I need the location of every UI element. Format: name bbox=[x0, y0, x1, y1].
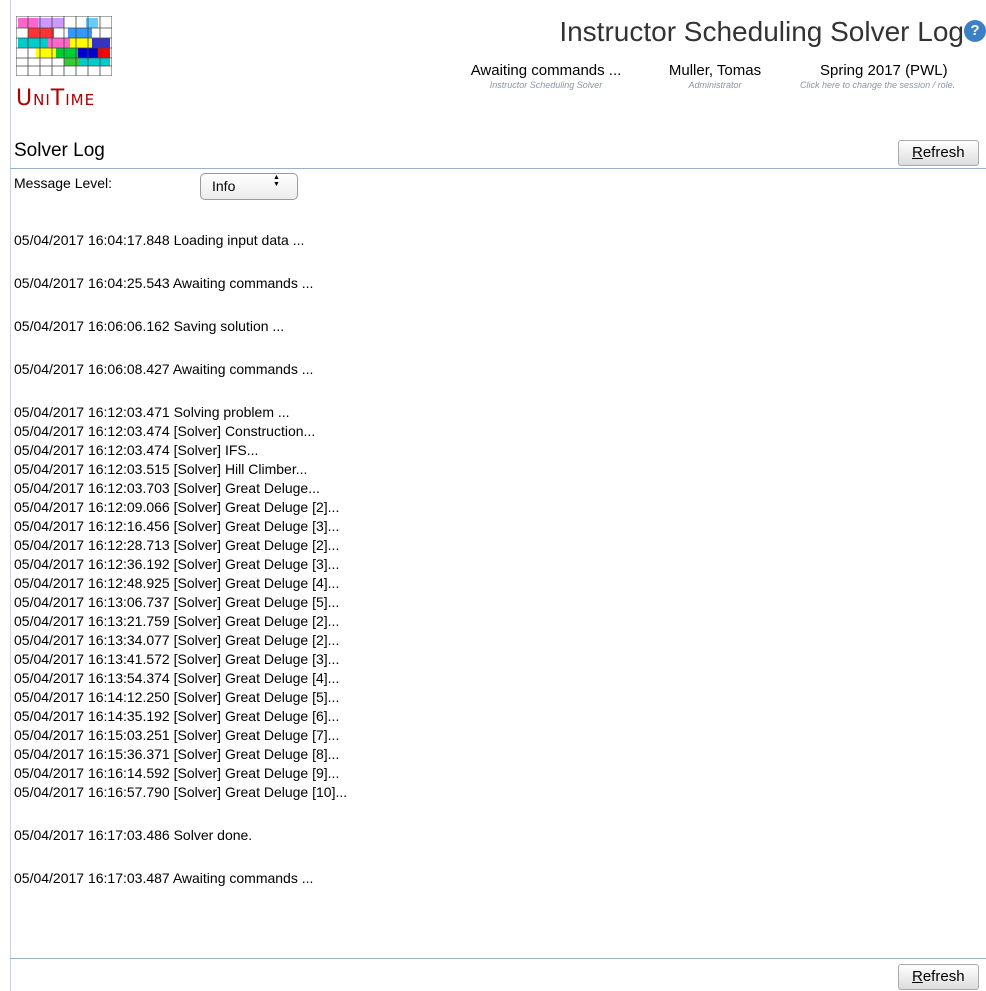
log-line: 05/04/2017 16:13:06.737 [Solver] Great D… bbox=[14, 594, 340, 610]
section-divider bbox=[10, 168, 986, 169]
page-left-border bbox=[10, 0, 11, 991]
log-group-gap bbox=[14, 336, 974, 360]
section-title: Solver Log bbox=[14, 140, 105, 161]
log-group-gap bbox=[14, 250, 974, 274]
page-title: Instructor Scheduling Solver Log bbox=[559, 16, 964, 47]
solver-status[interactable]: Awaiting commands ... Instructor Schedul… bbox=[466, 62, 626, 90]
help-question-icon[interactable]: ? bbox=[964, 20, 986, 42]
log-line: 05/04/2017 16:04:25.543 Awaiting command… bbox=[14, 275, 314, 291]
log-line: 05/04/2017 16:17:03.486 Solver done. bbox=[14, 827, 253, 843]
log-line: 05/04/2017 16:12:03.515 [Solver] Hill Cl… bbox=[14, 461, 308, 477]
log-line: 05/04/2017 16:15:03.251 [Solver] Great D… bbox=[14, 727, 340, 743]
session-name: Spring 2017 (PWL) bbox=[820, 62, 948, 79]
log-line: 05/04/2017 16:17:03.487 Awaiting command… bbox=[14, 870, 314, 886]
log-group-gap bbox=[14, 379, 974, 403]
refresh-label-top: Refresh bbox=[912, 144, 965, 161]
log-line: 05/04/2017 16:12:03.703 [Solver] Great D… bbox=[14, 480, 320, 496]
user-role: Administrator bbox=[688, 80, 742, 90]
logo-wordmark: UNITIME bbox=[16, 86, 96, 111]
log-line: 05/04/2017 16:12:03.471 Solving problem … bbox=[14, 404, 290, 420]
log-line: 05/04/2017 16:14:35.192 [Solver] Great D… bbox=[14, 708, 340, 724]
user-info[interactable]: Muller, Tomas Administrator bbox=[660, 62, 770, 90]
log-line: 05/04/2017 16:06:08.427 Awaiting command… bbox=[14, 361, 314, 377]
bottom-divider bbox=[10, 958, 986, 959]
session-hint: Click here to change the session / role. bbox=[800, 80, 956, 90]
message-level-value: Info bbox=[212, 178, 236, 194]
log-line: 05/04/2017 16:12:28.713 [Solver] Great D… bbox=[14, 537, 340, 553]
refresh-button-top[interactable]: Refresh bbox=[898, 140, 979, 166]
log-line: 05/04/2017 16:13:21.759 [Solver] Great D… bbox=[14, 613, 340, 629]
solver-status-label: Instructor Scheduling Solver bbox=[489, 80, 603, 90]
log-line: 05/04/2017 16:16:57.790 [Solver] Great D… bbox=[14, 784, 348, 800]
log-line: 05/04/2017 16:15:36.371 [Solver] Great D… bbox=[14, 746, 340, 762]
refresh-label-bottom: Refresh bbox=[912, 968, 965, 985]
log-line: 05/04/2017 16:12:48.925 [Solver] Great D… bbox=[14, 575, 340, 591]
solver-log: 05/04/2017 16:04:17.848 Loading input da… bbox=[14, 231, 974, 888]
unitime-logo[interactable]: UNITIME bbox=[16, 16, 114, 116]
timetable-grid-icon bbox=[16, 16, 112, 76]
refresh-button-bottom[interactable]: Refresh bbox=[898, 964, 979, 990]
log-line: 05/04/2017 16:12:09.066 [Solver] Great D… bbox=[14, 499, 340, 515]
message-level-label: Message Level: bbox=[14, 175, 113, 191]
log-line: 05/04/2017 16:16:14.592 [Solver] Great D… bbox=[14, 765, 340, 781]
log-line: 05/04/2017 16:13:34.077 [Solver] Great D… bbox=[14, 632, 340, 648]
log-line: 05/04/2017 16:12:03.474 [Solver] IFS... bbox=[14, 442, 259, 458]
solver-status-text: Awaiting commands ... bbox=[470, 62, 622, 79]
log-line: 05/04/2017 16:06:06.162 Saving solution … bbox=[14, 318, 285, 334]
log-line: 05/04/2017 16:04:17.848 Loading input da… bbox=[14, 232, 305, 248]
log-group-gap bbox=[14, 802, 974, 826]
log-line: 05/04/2017 16:13:41.572 [Solver] Great D… bbox=[14, 651, 340, 667]
log-group-gap bbox=[14, 293, 974, 317]
log-line: 05/04/2017 16:12:36.192 [Solver] Great D… bbox=[14, 556, 340, 572]
log-line: 05/04/2017 16:12:16.456 [Solver] Great D… bbox=[14, 518, 340, 534]
user-name: Muller, Tomas bbox=[668, 62, 762, 79]
log-group-gap bbox=[14, 845, 974, 869]
message-level-select[interactable]: Info ▲▼ bbox=[200, 173, 298, 200]
log-line: 05/04/2017 16:14:12.250 [Solver] Great D… bbox=[14, 689, 340, 705]
log-line: 05/04/2017 16:12:03.474 [Solver] Constru… bbox=[14, 423, 316, 439]
log-line: 05/04/2017 16:13:54.374 [Solver] Great D… bbox=[14, 670, 340, 686]
session-info[interactable]: Spring 2017 (PWL) Click here to change t… bbox=[800, 62, 986, 90]
select-updown-icon: ▲▼ bbox=[273, 174, 280, 188]
